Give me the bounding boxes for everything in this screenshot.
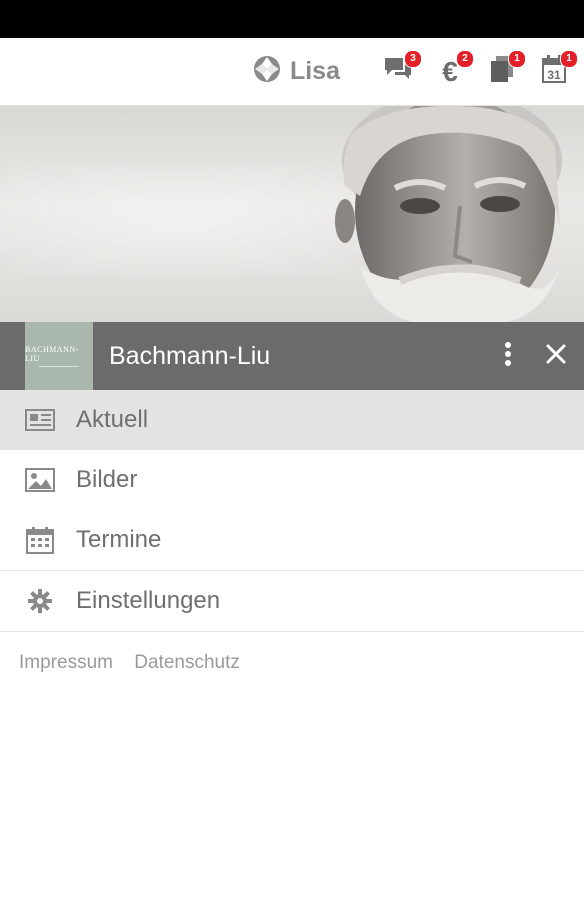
calendar-badge: 1: [560, 49, 578, 68]
impressum-link[interactable]: Impressum: [19, 652, 113, 673]
newspaper-icon: [24, 404, 56, 436]
messages-button[interactable]: 3: [382, 49, 422, 88]
navigation-menu: Aktuell Bilder Termine: [0, 390, 584, 570]
menu-item-aktuell[interactable]: Aktuell: [0, 390, 584, 450]
top-bar: Lisa 3 € 2 1 31 1: [0, 38, 584, 106]
menu-label-bilder: Bilder: [76, 466, 138, 493]
footer-links: Impressum Datenschutz: [0, 632, 584, 674]
menu-label-settings: Einstellungen: [76, 587, 221, 614]
gear-icon: [24, 585, 56, 617]
messages-badge: 3: [404, 49, 422, 68]
documents-button[interactable]: 1: [486, 49, 526, 88]
company-logo: BACHMANN-LIU: [25, 322, 93, 390]
portrait-photo: [335, 106, 562, 322]
more-vertical-icon: [504, 341, 512, 372]
image-icon: [24, 464, 56, 496]
menu-label-termine: Termine: [76, 526, 162, 553]
menu-item-settings[interactable]: Einstellungen: [0, 571, 584, 631]
close-icon: [546, 344, 566, 369]
menu-label-aktuell: Aktuell: [76, 406, 149, 433]
datenschutz-link[interactable]: Datenschutz: [134, 652, 240, 673]
documents-badge: 1: [508, 49, 526, 68]
payments-button[interactable]: € 2: [434, 49, 474, 88]
user-profile[interactable]: Lisa: [252, 54, 340, 89]
status-bar: [0, 0, 584, 38]
company-header: BACHMANN-LIU Bachmann-Liu: [0, 322, 584, 390]
svg-text:31: 31: [547, 68, 561, 82]
user-name: Lisa: [289, 57, 340, 85]
calendar-grid-icon: [24, 524, 56, 556]
close-button[interactable]: [536, 336, 576, 376]
menu-item-bilder[interactable]: Bilder: [0, 450, 584, 510]
logo-underline: [39, 366, 79, 367]
app-logo-icon: [252, 54, 282, 89]
calendar-button[interactable]: 31 1: [538, 49, 578, 88]
company-logo-text: BACHMANN-LIU: [25, 345, 79, 363]
hero-image: [0, 106, 584, 322]
payments-badge: 2: [456, 49, 474, 68]
company-name: Bachmann-Liu: [109, 341, 271, 370]
menu-item-termine[interactable]: Termine: [0, 510, 584, 570]
more-options-button[interactable]: [488, 336, 528, 376]
